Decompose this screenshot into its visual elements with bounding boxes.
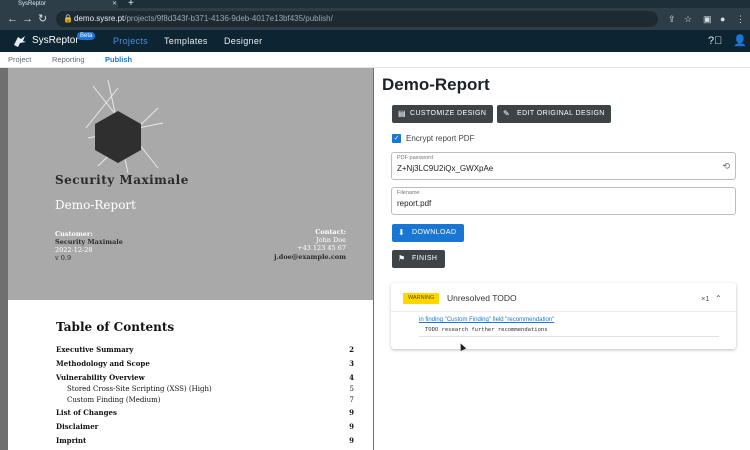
flag-icon: ⚑ [398,254,406,263]
edit-original-design-button[interactable]: ✎ EDIT ORIGINAL DESIGN [497,105,611,123]
toc-entry[interactable]: Imprint 9 [56,436,354,446]
toc-entry[interactable]: Executive Summary 2 [56,345,354,355]
todo-warning-card: WARNING Unresolved TODO ×1 ⌃ in finding … [391,283,736,349]
pdf-password-field[interactable]: PDF password Z+Nj3LC9U2iQx_GWXpAe ⟲ [391,152,736,180]
toc-entry[interactable]: Custom Finding (Medium) 7 [67,395,354,405]
chevron-up-icon[interactable]: ⌃ [715,293,722,304]
project-subnav: Project Reporting Publish [0,52,750,68]
customer-label: Customer: [55,230,93,238]
tab-title: SysReptor [18,1,47,7]
customize-design-button[interactable]: ▤ CUSTOMIZE DESIGN [392,105,493,123]
todo-title: Unresolved TODO [447,293,517,303]
todo-count: ×1 [701,294,710,303]
divider [391,311,736,312]
tab-close-icon[interactable]: ✕ [112,0,117,8]
contact-email: j.doe@example.com [274,253,346,261]
back-icon[interactable]: ← [7,12,18,26]
toc-entry[interactable]: Stored Cross-Site Scripting (XSS) (High)… [67,384,354,394]
report-version: v 0.9 [55,254,72,262]
browser-menu-icon[interactable]: ⋮ [736,13,745,25]
download-icon: ⬇ [398,228,406,237]
toc-title: Table of Contents [56,320,175,334]
beta-badge: Beta [77,32,96,40]
contact-phone: +43 123 45 67 [297,244,346,252]
design-icon: ▤ [398,109,406,118]
help-icon[interactable]: ?⃝ [708,34,722,48]
toc-entry[interactable]: List of Changes 9 [56,408,354,418]
brand-name[interactable]: SysReptor [32,34,79,48]
subnav-project[interactable]: Project [8,55,31,65]
sidebar-icon[interactable]: ▣ [703,13,712,25]
encrypt-checkbox[interactable]: ✓ [392,134,401,143]
browser-tab-bar: SysReptor ✕ + [0,0,750,9]
edit-file-icon: ✎ [503,109,511,118]
url-input[interactable]: 🔒 demo.sysre.pt/projects/9f8d343f-b371-4… [56,11,658,27]
pdf-preview[interactable]: Security Maximale Demo-Report Customer: … [0,68,374,450]
lock-icon: 🔒 [63,14,73,23]
toc-entry[interactable]: Disclaimer 9 [56,422,354,432]
forward-icon[interactable]: → [22,12,33,26]
cover-subtitle: Demo-Report [55,198,136,212]
report-cover-page: Security Maximale Demo-Report Customer: … [8,68,373,300]
todo-message: TODO research further recommendations [425,327,548,333]
download-button[interactable]: ⬇ DOWNLOAD [392,224,464,242]
profile-icon[interactable]: ● [720,13,725,25]
subnav-reporting[interactable]: Reporting [52,55,85,65]
browser-tab[interactable]: SysReptor ✕ [0,0,118,8]
reload-icon[interactable]: ↻ [38,12,47,26]
divider [419,336,719,337]
encrypt-label: Encrypt report PDF [406,134,475,143]
toc-entry[interactable]: Vulnerability Overview 4 [56,373,354,383]
toc-page: Table of Contents Executive Summary 2 Met… [8,300,373,450]
toc-entry[interactable]: Methodology and Scope 3 [56,359,354,369]
nav-templates[interactable]: Templates [164,35,208,47]
user-account-icon[interactable]: 👤 [733,34,747,48]
browser-address-bar: ← → ↻ 🔒 demo.sysre.pt/projects/9f8d343f-… [0,8,750,30]
report-date: 2022-12-28 [55,246,93,254]
url-text: demo.sysre.pt/projects/9f8d343f-b371-413… [74,14,333,23]
bookmark-star-icon[interactable]: ☆ [684,13,692,25]
finish-button[interactable]: ⚑ FINISH [392,250,445,268]
nav-projects[interactable]: Projects [113,35,148,47]
customer-name: Security Maximale [55,238,123,246]
warning-badge: WARNING [403,293,440,304]
filename-field[interactable]: Filename report.pdf [391,187,736,215]
regenerate-password-icon[interactable]: ⟲ [722,161,730,172]
app-header: SysReptor Beta Projects Templates Design… [0,30,750,52]
share-icon[interactable]: ⇪ [668,13,676,25]
nav-designer[interactable]: Designer [224,35,262,47]
publish-panel: Demo-Report ▤ CUSTOMIZE DESIGN ✎ EDIT OR… [374,68,750,450]
subnav-publish[interactable]: Publish [105,55,132,65]
todo-finding-link[interactable]: in finding "Custom Finding" field "recom… [419,317,554,323]
report-title: Demo-Report [382,75,490,94]
sysreptor-logo-icon [14,36,26,47]
contact-label: Contact: [315,228,346,236]
cover-title: Security Maximale [55,173,189,187]
contact-name: John Doe [316,236,346,244]
